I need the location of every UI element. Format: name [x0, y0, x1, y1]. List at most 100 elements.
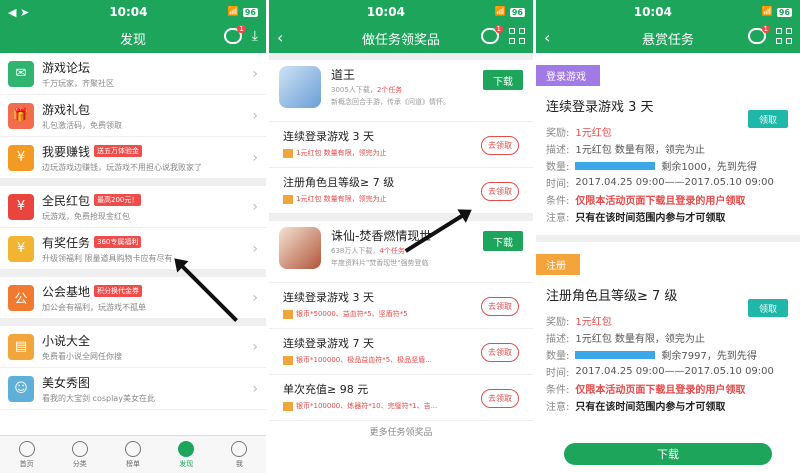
- back-icon[interactable]: ‹: [544, 28, 550, 47]
- chevron-right-icon: ›: [252, 149, 258, 166]
- cond-value: 仅限本活动页面下载且登录的用户领取: [575, 385, 746, 396]
- claim-button[interactable]: 去领取: [481, 136, 519, 155]
- redpacket-icon: [283, 148, 293, 158]
- tab-me[interactable]: 我: [213, 436, 266, 473]
- battery-level: 96: [776, 7, 792, 17]
- list-item-redpacket[interactable]: ¥ 全民红包 最高200元！ 玩游戏，免费抢现金红包 ›: [0, 186, 266, 228]
- download-button[interactable]: 下载: [483, 231, 523, 251]
- quantity-bar: [575, 161, 656, 170]
- gift-icon: [283, 309, 293, 319]
- photo-icon: ☺: [8, 375, 34, 402]
- grid-menu-icon[interactable]: [776, 28, 792, 44]
- game-downloads: 638万人下载，: [331, 247, 380, 255]
- page-title: 做任务领奖品: [361, 33, 440, 48]
- cond-key: 条件:: [546, 196, 570, 207]
- guild-icon: 公: [8, 284, 34, 311]
- status-right: 📶 96: [227, 7, 258, 17]
- status-bar: ◀ ➤ 10:04 📶 96: [0, 0, 266, 24]
- game-desc: 新概念回合手游，传承《问道》情怀。: [331, 98, 450, 106]
- item-title: 游戏礼包: [42, 102, 91, 117]
- list-item-task[interactable]: ¥ 有奖任务 360专属福利 升级领福利 限量道具购物卡应有尽有 ›: [0, 228, 266, 270]
- claim-button[interactable]: 领取: [748, 110, 788, 128]
- reward-value: 1元红包: [575, 317, 612, 328]
- list-item-photo[interactable]: ☺ 美女秀图 看我的大宝剑 cosplay美女在此 ›: [0, 368, 266, 410]
- claim-button[interactable]: 去领取: [481, 182, 519, 201]
- time-key: 时间:: [546, 179, 570, 190]
- task-reward: 1元红包 数量有限，领完为止: [296, 195, 387, 203]
- download-icon[interactable]: ⤓: [252, 28, 258, 44]
- tab-discover[interactable]: 发现: [160, 436, 213, 473]
- page-title: 悬赏任务: [641, 33, 694, 48]
- home-icon: [18, 440, 35, 457]
- status-bar: 10:04 📶 96: [269, 0, 533, 24]
- item-subtitle: 看我的大宝剑 cosplay美女在此: [42, 393, 155, 403]
- redpacket-icon: ¥: [8, 193, 34, 220]
- item-title: 美女秀图: [42, 375, 91, 390]
- task-item: 连续登录游戏 7 天银币*100000、极品益血符*5、极品坚盾... 去领取: [269, 329, 533, 375]
- book-icon: ▤: [8, 333, 34, 360]
- note-value: 只有在该时间范围内参与才可领取: [575, 402, 726, 413]
- tab-home[interactable]: 首页: [0, 436, 53, 473]
- discover-screen: ◀ ➤ 10:04 📶 96 发现 1 ⤓ ✉ 游戏论坛 千万玩家，齐聚社区 › 🎁 游…: [0, 0, 266, 473]
- divider: [269, 214, 533, 221]
- user-icon: [231, 440, 248, 457]
- tab-ranking[interactable]: 榜单: [106, 436, 159, 473]
- note-key: 注意:: [546, 402, 570, 413]
- qty-key: 数量:: [546, 162, 570, 173]
- gift-icon: [283, 355, 293, 365]
- task-reward: 银币*100000、极品益血符*5、极品坚盾...: [296, 356, 432, 364]
- tab-category[interactable]: 分类: [53, 436, 106, 473]
- task-item: 注册角色且等级≥ 7 级 1元红包 数量有限，领完为止 去领取: [269, 168, 533, 214]
- message-badge: 1: [237, 25, 246, 33]
- message-icon[interactable]: 1: [481, 25, 503, 44]
- message-icon[interactable]: 1: [223, 25, 246, 44]
- game-logo-icon: [279, 227, 321, 269]
- download-button[interactable]: 下载: [483, 70, 523, 90]
- message-badge: 1: [761, 25, 770, 33]
- status-right: 📶 96: [494, 7, 525, 17]
- claim-button[interactable]: 领取: [748, 299, 788, 317]
- game-item[interactable]: 道王 3005人下载，2个任务 新概念回合手游，传承《问道》情怀。 下载: [269, 60, 533, 122]
- quantity-bar: [575, 350, 656, 359]
- task-item: 连续登录游戏 3 天 1元红包 数量有限，领完为止 去领取: [269, 122, 533, 168]
- cond-key: 条件:: [546, 385, 570, 396]
- claim-button[interactable]: 去领取: [481, 343, 519, 362]
- time-key: 时间:: [546, 368, 570, 379]
- reward-key: 奖励:: [546, 317, 570, 328]
- list-item-novel[interactable]: ▤ 小说大全 免费看小说全网任你搜 ›: [0, 326, 266, 368]
- task-item: 单次充值≥ 98 元银币*100000、炼器符*10、完璧符*1、吉... 去领取: [269, 375, 533, 421]
- game-item[interactable]: 诛仙-焚香燃情现世 638万人下载，4个任务 年度资料片"焚香现世"强势登临 下…: [269, 221, 533, 283]
- time-value: 2017.04.25 09:00——2017.05.10 09:00: [575, 177, 774, 188]
- message-badge: 1: [494, 25, 503, 33]
- tab-label: 榜单: [126, 459, 140, 468]
- tab-label: 发现: [179, 459, 194, 468]
- grid-menu-icon[interactable]: [509, 28, 525, 44]
- item-title: 公会基地: [42, 284, 91, 299]
- list-item-earn[interactable]: ¥ 我要赚钱 送五万体验金 边玩游戏边赚钱，玩游戏不用担心说我败家了 ›: [0, 137, 266, 179]
- note-key: 注意:: [546, 213, 570, 224]
- claim-button[interactable]: 去领取: [481, 297, 519, 316]
- task-reward: 银币*50000、益血符*5、坚盾符*5: [296, 310, 408, 318]
- claim-button[interactable]: 去领取: [481, 389, 519, 408]
- list-item-forum[interactable]: ✉ 游戏论坛 千万玩家，齐聚社区 ›: [0, 53, 266, 95]
- desc-value: 1元红包 数量有限，领完为止: [575, 334, 705, 345]
- game-name: 诛仙-焚香燃情现世: [331, 229, 432, 243]
- more-tasks-footer: 更多任务领奖品: [369, 428, 433, 438]
- game-task-count: 2个任务: [376, 86, 403, 94]
- status-time: 10:04: [366, 5, 405, 19]
- divider: [0, 270, 266, 277]
- qty-key: 数量:: [546, 351, 570, 362]
- item-subtitle: 免费看小说全网任你搜: [42, 351, 122, 361]
- nav-bar: ‹ 做任务领奖品 1: [269, 24, 533, 53]
- item-tag: 积分换代金券: [94, 285, 143, 297]
- battery-level: 96: [242, 7, 258, 17]
- back-icon[interactable]: ‹: [277, 28, 283, 47]
- list-item-gift[interactable]: 🎁 游戏礼包 礼包激活码，免费领取 ›: [0, 95, 266, 137]
- message-icon[interactable]: 1: [748, 25, 770, 44]
- item-title: 全民红包: [42, 193, 91, 208]
- gift-icon: 🎁: [8, 102, 34, 129]
- task-reward: 银币*100000、炼器符*10、完璧符*1、吉...: [296, 402, 438, 410]
- note-value: 只有在该时间范围内参与才可领取: [575, 213, 726, 224]
- discover-icon: [178, 440, 195, 457]
- download-button[interactable]: 下载: [564, 443, 772, 465]
